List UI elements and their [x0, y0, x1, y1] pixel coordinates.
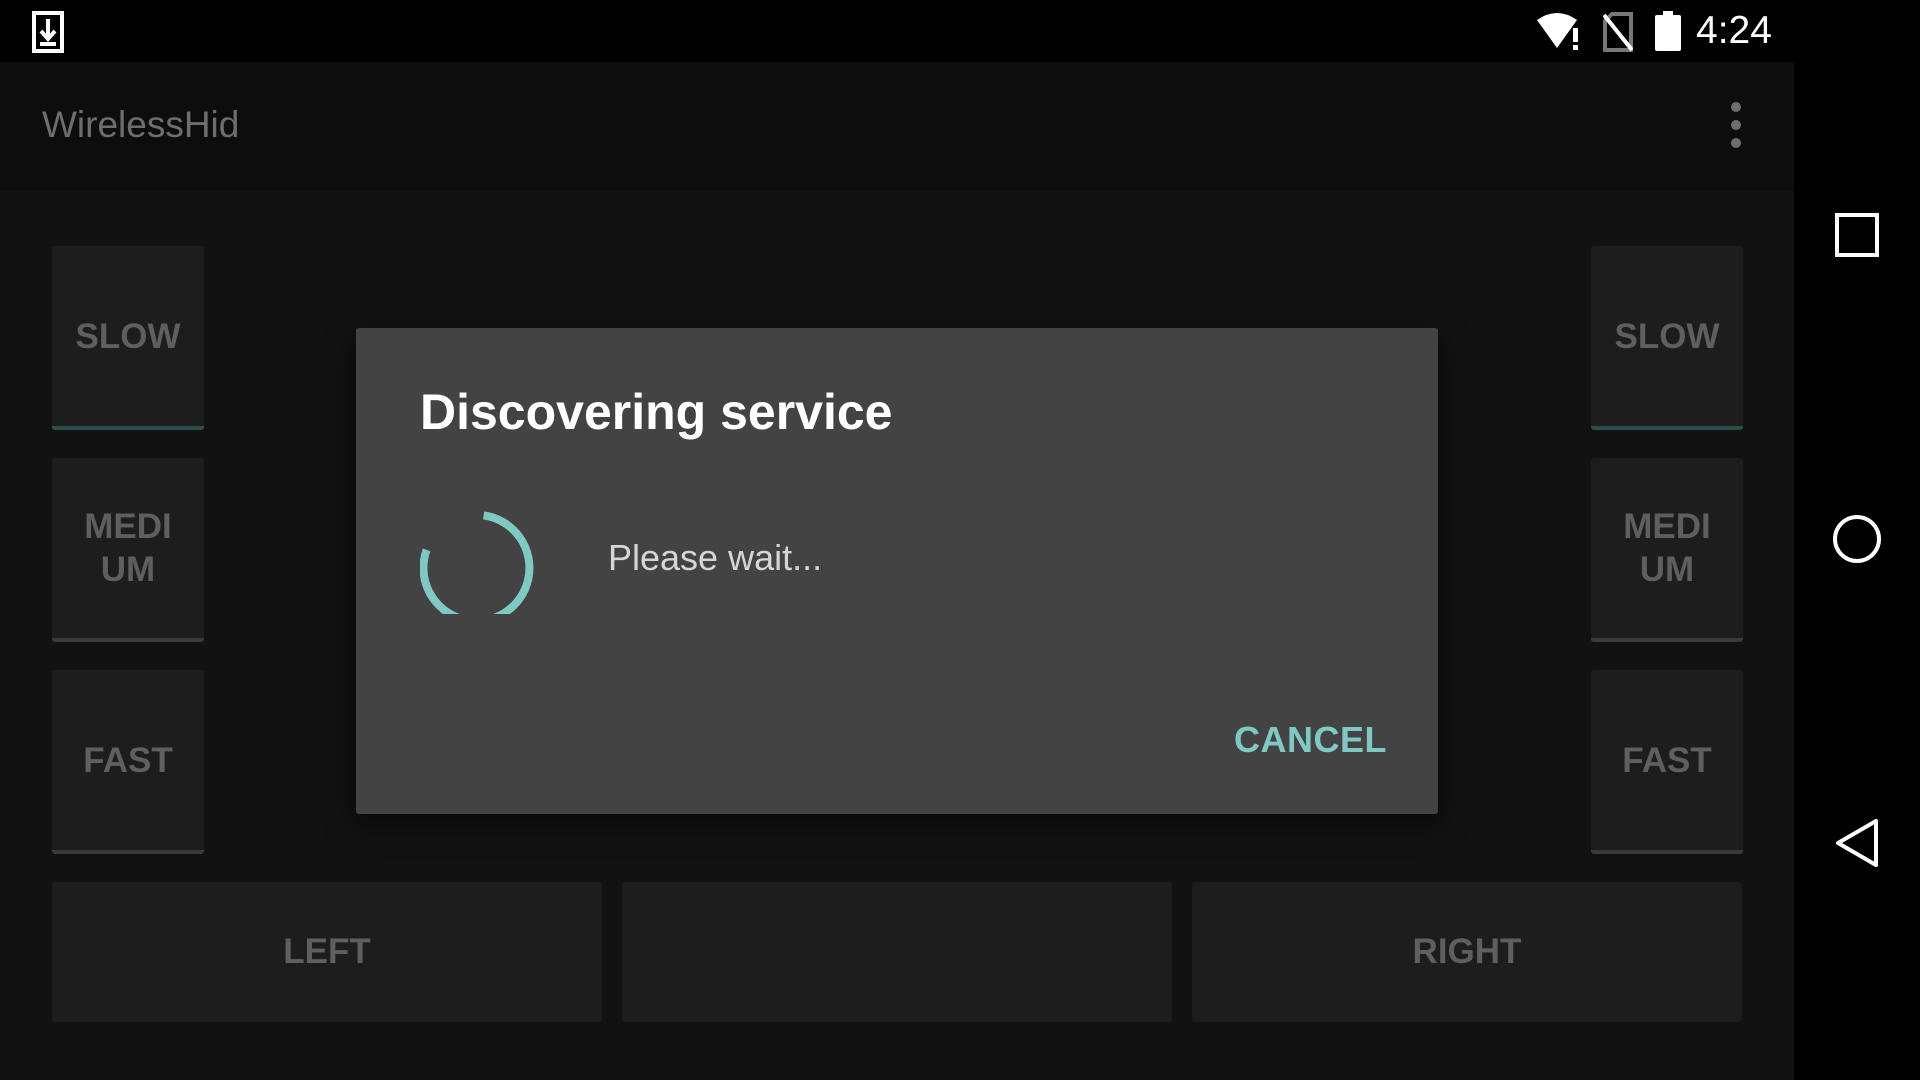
right-fast-button[interactable]: FAST: [1591, 670, 1743, 854]
wifi-alert-icon: [1537, 13, 1578, 50]
recents-icon: [1835, 213, 1879, 257]
app-bar: WirelessHid: [0, 62, 1794, 190]
dialog-title: Discovering service: [420, 384, 893, 440]
left-slow-button[interactable]: SLOW: [52, 246, 204, 430]
download-notification-icon: [32, 11, 64, 53]
left-medium-label: MEDIUM: [84, 507, 172, 589]
left-fast-button[interactable]: FAST: [52, 670, 204, 854]
progress-dialog: Discovering service Please wait... CANCE…: [356, 328, 1438, 814]
home-button[interactable]: [1794, 489, 1920, 589]
right-medium-label: MEDIUM: [1623, 507, 1711, 589]
dialog-message: Please wait...: [608, 537, 823, 578]
back-button[interactable]: [1794, 793, 1920, 893]
battery-full-icon: [1655, 11, 1681, 51]
navigation-bar: [1794, 62, 1920, 1080]
right-click-button[interactable]: RIGHT: [1192, 882, 1742, 1022]
right-medium-button[interactable]: MEDIUM: [1591, 458, 1743, 642]
status-bar: 4:24: [0, 0, 1920, 62]
right-slow-button[interactable]: SLOW: [1591, 246, 1743, 430]
status-time: 4:24: [1696, 9, 1772, 52]
cancel-button[interactable]: CANCEL: [1234, 719, 1387, 761]
home-icon: [1833, 515, 1881, 563]
back-icon: [1836, 819, 1878, 867]
no-sim-icon: [1603, 12, 1633, 52]
recents-button[interactable]: [1794, 185, 1920, 285]
left-click-button[interactable]: LEFT: [52, 882, 602, 1022]
middle-click-button[interactable]: [622, 882, 1172, 1022]
overflow-menu-icon[interactable]: [1722, 102, 1750, 152]
loading-spinner-icon: [420, 511, 534, 614]
app-title: WirelessHid: [42, 104, 240, 145]
left-medium-button[interactable]: MEDIUM: [52, 458, 204, 642]
